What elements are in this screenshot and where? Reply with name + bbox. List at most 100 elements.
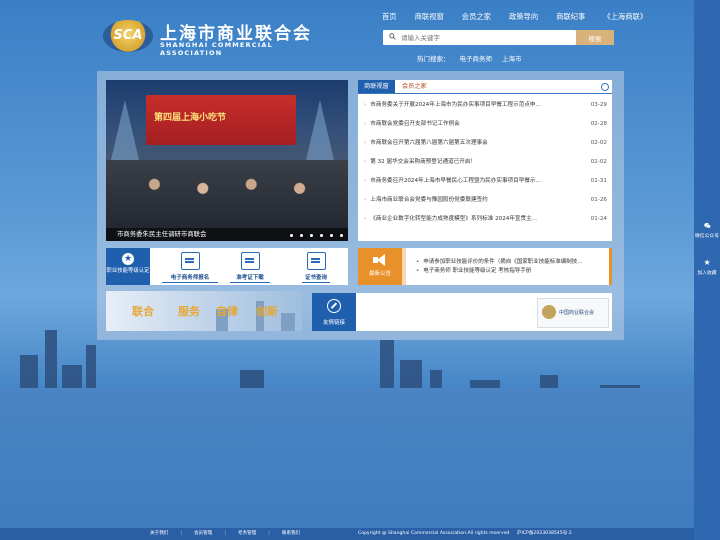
hot-search-item[interactable]: 上海市 — [502, 55, 522, 63]
slider-dot[interactable] — [340, 234, 343, 237]
slider-dot[interactable] — [310, 234, 313, 237]
nav-members[interactable]: 会员之家 — [462, 12, 491, 22]
news-title[interactable]: 市商联会召开第六届第八届第六届第五次理事会 — [370, 140, 487, 146]
image-slider[interactable]: 第四届上海小吃节 市商务委朱民主任调研市商联会 — [106, 80, 348, 241]
news-item[interactable]: › 市商务委召开2024年上海市早餐民心工程暨为民办实事项目早餐示... 01-31 — [364, 175, 607, 194]
slogan-word: 服务 — [178, 305, 200, 318]
partner-logo-text: 中国商业联合会 — [559, 310, 595, 316]
admission-ticket-button[interactable]: 准考证下载 — [230, 248, 270, 285]
news-item[interactable]: › 《商业企业数字化转型能力成熟度模型》系列标准 2024年宣贯主... 01-24 — [364, 213, 607, 232]
decor-tree — [306, 100, 334, 160]
slider-dot[interactable] — [320, 234, 323, 237]
hot-search-item[interactable]: 电子商务师 — [460, 55, 493, 63]
footer-link[interactable]: 考务管理 — [238, 531, 256, 536]
nav-window[interactable]: 商联视窗 — [415, 12, 444, 22]
footer-link[interactable]: 联系我们 — [282, 531, 300, 536]
footer-link[interactable]: 会员管理 — [194, 531, 212, 536]
stage-text: 第四届上海小吃节 — [154, 113, 227, 123]
notice-item[interactable]: 电子商务师 职业技能等级认定 考核指导手册 — [416, 267, 606, 276]
nav-chronicle[interactable]: 商联纪事 — [556, 12, 585, 22]
news-panel: 商联视窗 会员之家 › 市商务委关于开展2024年上海市为民办实事项目早餐工程示范… — [358, 80, 612, 241]
slider-dot[interactable] — [330, 234, 333, 237]
slider-dot[interactable] — [290, 234, 293, 237]
more-icon[interactable] — [601, 83, 609, 91]
ecommerce-registration-button[interactable]: 电子商务师报名 — [162, 248, 218, 285]
id-card-icon — [240, 252, 260, 270]
arrow-icon: › — [364, 102, 367, 108]
skill-certification-label: 职业技能等级认定 — [106, 268, 150, 274]
tab-members[interactable]: 会员之家 — [396, 80, 433, 93]
news-date: 03-29 — [590, 102, 607, 108]
news-item[interactable]: › 市商务委关于开展2024年上海市为民办实事项目早餐工程示范点申... 03-29 — [364, 99, 607, 118]
search-box — [383, 30, 576, 45]
arrow-icon: › — [364, 140, 367, 146]
nav-home[interactable]: 首页 — [382, 12, 397, 22]
notice-edge — [609, 248, 612, 285]
slogan-banner: 联合 服务 自律 创新 — [106, 291, 302, 331]
slider-caption-text[interactable]: 市商务委朱民主任调研市商联会 — [117, 230, 206, 238]
nav-magazine[interactable]: 《上海商联》 — [603, 12, 647, 22]
search-bar: 搜索 — [383, 30, 614, 45]
news-item[interactable]: › 上海市商业联合会党委与豫园股份党委联建签约 01-26 — [364, 194, 607, 213]
favorite-button[interactable]: ★ 加入收藏 — [694, 258, 720, 277]
news-title[interactable]: 上海市商业联合会党委与豫园股份党委联建签约 — [370, 197, 487, 203]
river-background — [0, 388, 694, 528]
friend-links-panel: 中国商业联合会 — [356, 293, 612, 331]
news-title[interactable]: 第 32 届华交会采购商预登记通道已开启！ — [370, 159, 476, 165]
hot-search: 热门搜索： 电子商务师 上海市 — [417, 53, 532, 63]
megaphone-icon — [373, 254, 387, 266]
news-title[interactable]: 《商业企业数字化转型能力成熟度模型》系列标准 2024年宣贯主... — [370, 216, 537, 222]
skill-certification-button[interactable]: ★ 职业技能等级认定 — [106, 248, 150, 285]
notice-item[interactable]: 申请参加职业技能评价的条件（摘自《国家职业技能标准编制技... — [416, 258, 606, 267]
site-logo[interactable]: SCA 上海市商业联合会 SHANGHAI COMMERCIAL ASSOCIA… — [103, 18, 333, 57]
slider-caption: 市商务委朱民主任调研市商联会 — [106, 228, 348, 241]
service-label: 准考证下载 — [230, 273, 270, 283]
wechat-button[interactable]: 微信公众号 — [694, 222, 720, 239]
slogan-word: 联合 — [132, 305, 154, 318]
copyright-text: Copyright @ Shanghai Commercial Associat… — [358, 531, 510, 536]
arrow-icon: › — [364, 216, 367, 222]
slider-dots — [290, 234, 343, 237]
slogan-word: 创新 — [256, 305, 278, 318]
footer-link[interactable]: 关于我们 — [150, 531, 168, 536]
news-item[interactable]: › 市商联会召开第六届第八届第六届第五次理事会 02-02 — [364, 137, 607, 156]
wechat-icon — [703, 223, 711, 229]
notice-panel: 最新公告 申请参加职业技能评价的条件（摘自《国家职业技能标准编制技... 电子商… — [358, 248, 612, 285]
news-item[interactable]: › 市商联会党委召开支部书记工作例会 02-28 — [364, 118, 607, 137]
arrow-icon: › — [364, 121, 367, 127]
footer-separator: | — [180, 531, 182, 536]
hot-search-label: 热门搜索： — [417, 55, 450, 63]
favorite-label: 加入收藏 — [697, 271, 717, 276]
arrow-icon: › — [364, 197, 367, 203]
news-title[interactable]: 市商务委召开2024年上海市早餐民心工程暨为民办实事项目早餐示... — [370, 178, 541, 184]
service-bar: ★ 职业技能等级认定 电子商务师报名 准考证下载 证书查询 — [106, 248, 348, 285]
search-icon — [389, 33, 396, 40]
slider-dot[interactable] — [300, 234, 303, 237]
news-date: 02-28 — [590, 121, 607, 127]
news-date: 01-24 — [590, 216, 607, 222]
news-item[interactable]: › 第 32 届华交会采购商预登记通道已开启！ 02-02 — [364, 156, 607, 175]
certificate-query-button[interactable]: 证书查询 — [302, 248, 330, 285]
notice-label: 最新公告 — [368, 271, 391, 277]
banner-building — [281, 313, 295, 331]
copyright: Copyright @ Shanghai Commercial Associat… — [358, 528, 572, 540]
footer-separator: | — [224, 531, 226, 536]
news-title[interactable]: 市商务委关于开展2024年上海市为民办实事项目早餐工程示范点申... — [370, 102, 541, 108]
partner-logo[interactable]: 中国商业联合会 — [537, 298, 609, 328]
search-button[interactable]: 搜索 — [576, 30, 614, 45]
icp-link[interactable]: 沪ICP备2023038545号-2 — [517, 531, 572, 536]
arrow-icon: › — [364, 178, 367, 184]
news-date: 01-31 — [590, 178, 607, 184]
footer-links: 关于我们 | 会员管理 | 考务管理 | 联系我们 — [150, 528, 312, 540]
news-title[interactable]: 市商联会党委召开支部书记工作例会 — [370, 121, 460, 127]
footer-separator: | — [268, 531, 270, 536]
star-icon: ★ — [703, 258, 711, 267]
logo-english-name: SHANGHAI COMMERCIAL ASSOCIATION — [160, 41, 273, 57]
friend-links-label: 友情链接 — [322, 320, 345, 326]
nav-policy[interactable]: 政策导向 — [509, 12, 538, 22]
wechat-label: 微信公众号 — [695, 234, 719, 239]
tab-window[interactable]: 商联视窗 — [358, 80, 395, 93]
star-badge-icon: ★ — [122, 253, 134, 265]
search-input[interactable] — [401, 30, 571, 45]
news-date: 02-02 — [590, 159, 607, 165]
